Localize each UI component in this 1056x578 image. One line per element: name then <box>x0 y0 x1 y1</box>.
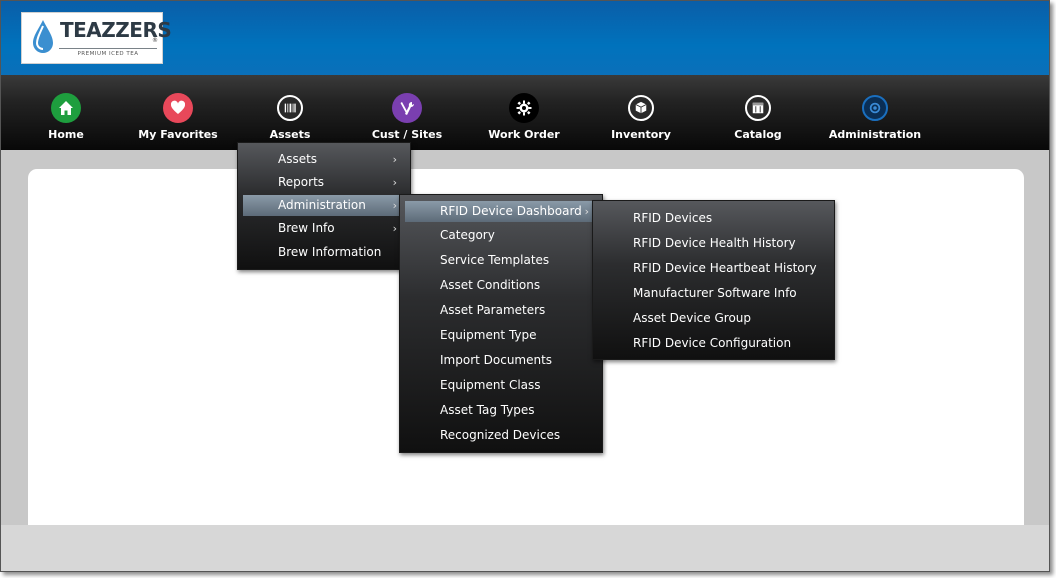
gear-icon <box>509 93 539 123</box>
menu-item-asset-tag-types[interactable]: Asset Tag Types <box>405 400 597 421</box>
menu-item-equipment-type[interactable]: Equipment Type <box>405 325 597 346</box>
menu-item-label: Equipment Class <box>440 378 541 392</box>
menu-item-asset-device-group[interactable]: Asset Device Group <box>598 308 829 329</box>
menu-item-label: Category <box>440 228 495 242</box>
nav-label: Assets <box>269 128 311 141</box>
box-icon <box>628 95 654 121</box>
menu-item-label: Equipment Type <box>440 328 537 342</box>
menu-item-reports[interactable]: Reports › <box>243 172 405 193</box>
menu-item-label: RFID Device Heartbeat History <box>633 261 817 275</box>
menu-item-label: RFID Device Configuration <box>633 336 792 350</box>
menu-item-label: Import Documents <box>440 353 553 367</box>
chevron-right-icon: › <box>392 199 397 212</box>
target-icon <box>862 95 888 121</box>
menu-item-asset-parameters[interactable]: Asset Parameters <box>405 300 597 321</box>
menu-item-manufacturer-software-info[interactable]: Manufacturer Software Info <box>598 283 829 304</box>
nav-home[interactable]: Home <box>6 93 126 141</box>
menu-item-label: Assets <box>278 152 318 166</box>
menu-item-category[interactable]: Category <box>405 225 597 246</box>
menu-item-label: Asset Device Group <box>633 311 752 325</box>
menu-item-label: Brew Information <box>278 245 382 259</box>
brand-tagline: PREMIUM ICED TEA <box>59 48 157 57</box>
home-icon <box>51 93 81 123</box>
menu-item-rfid-devices[interactable]: RFID Devices <box>598 208 829 229</box>
nav-label: Inventory <box>611 128 671 141</box>
menu-item-label: Recognized Devices <box>440 428 561 442</box>
nav-catalog[interactable]: Catalog <box>698 93 818 141</box>
menu-item-label: Service Templates <box>440 253 550 267</box>
menu-item-rfid-device-configuration[interactable]: RFID Device Configuration <box>598 333 829 354</box>
nav-cust-sites[interactable]: Cust / Sites <box>347 93 467 141</box>
menu-item-service-templates[interactable]: Service Templates <box>405 250 597 271</box>
menu-item-brew-info[interactable]: Brew Info › <box>243 218 405 239</box>
footer-strip <box>1 525 1049 571</box>
catalog-icon <box>745 95 771 121</box>
app-window: TEAZZERS ® PREMIUM ICED TEA Home My Favo… <box>0 0 1050 572</box>
brand-logo[interactable]: TEAZZERS ® PREMIUM ICED TEA <box>21 12 172 64</box>
main-nav: Home My Favorites Assets Cust / Sites Wo… <box>1 75 1049 150</box>
chevron-right-icon: › <box>392 176 397 189</box>
menu-item-recognized-devices[interactable]: Recognized Devices <box>405 425 597 446</box>
barcode-icon <box>277 95 303 121</box>
menu-item-assets[interactable]: Assets › <box>243 149 405 170</box>
chevron-right-icon: › <box>392 222 397 235</box>
nav-my-favorites[interactable]: My Favorites <box>118 93 238 141</box>
nav-label: Administration <box>828 128 922 141</box>
registered-mark: ® <box>152 37 158 44</box>
menu-item-asset-conditions[interactable]: Asset Conditions <box>405 275 597 296</box>
rfid-dashboard-submenu: RFID Devices RFID Device Health History … <box>592 200 835 360</box>
menu-item-label: Reports <box>278 175 325 189</box>
water-drop-icon <box>33 20 53 53</box>
assets-dropdown-menu: Assets › Reports › Administration › Brew… <box>237 142 411 270</box>
nav-inventory[interactable]: Inventory <box>581 93 701 141</box>
header-bar: TEAZZERS ® PREMIUM ICED TEA <box>1 1 1049 75</box>
menu-item-label: Asset Parameters <box>440 303 546 317</box>
chevron-right-icon: › <box>392 153 397 166</box>
menu-item-label: Manufacturer Software Info <box>633 286 797 300</box>
nav-label: Cust / Sites <box>371 128 443 141</box>
menu-item-label: RFID Device Dashboard <box>440 204 582 218</box>
menu-item-brew-information[interactable]: Brew Information <box>243 242 405 263</box>
administration-submenu: RFID Device Dashboard › Category Service… <box>399 194 603 453</box>
nav-label: Work Order <box>488 128 560 141</box>
menu-item-rfid-device-dashboard[interactable]: RFID Device Dashboard › <box>405 201 597 222</box>
menu-item-label: RFID Device Health History <box>633 236 796 250</box>
menu-item-import-documents[interactable]: Import Documents <box>405 350 597 371</box>
nav-label: Catalog <box>734 128 782 141</box>
menu-item-label: Brew Info <box>278 221 335 235</box>
menu-item-administration[interactable]: Administration › <box>243 195 405 216</box>
heart-icon <box>163 93 193 123</box>
menu-item-label: Asset Conditions <box>440 278 541 292</box>
menu-item-label: Administration <box>278 198 366 212</box>
menu-item-rfid-device-health-history[interactable]: RFID Device Health History <box>598 233 829 254</box>
nav-administration[interactable]: Administration <box>815 93 935 141</box>
nav-work-order[interactable]: Work Order <box>464 93 584 141</box>
tools-icon <box>392 93 422 123</box>
menu-item-label: RFID Devices <box>633 211 713 225</box>
nav-label: Home <box>48 128 84 141</box>
menu-item-equipment-class[interactable]: Equipment Class <box>405 375 597 396</box>
nav-label: My Favorites <box>138 128 218 141</box>
menu-item-label: Asset Tag Types <box>440 403 535 417</box>
menu-item-rfid-device-heartbeat-history[interactable]: RFID Device Heartbeat History <box>598 258 829 279</box>
nav-assets[interactable]: Assets <box>230 93 350 141</box>
chevron-right-icon: › <box>584 205 589 218</box>
